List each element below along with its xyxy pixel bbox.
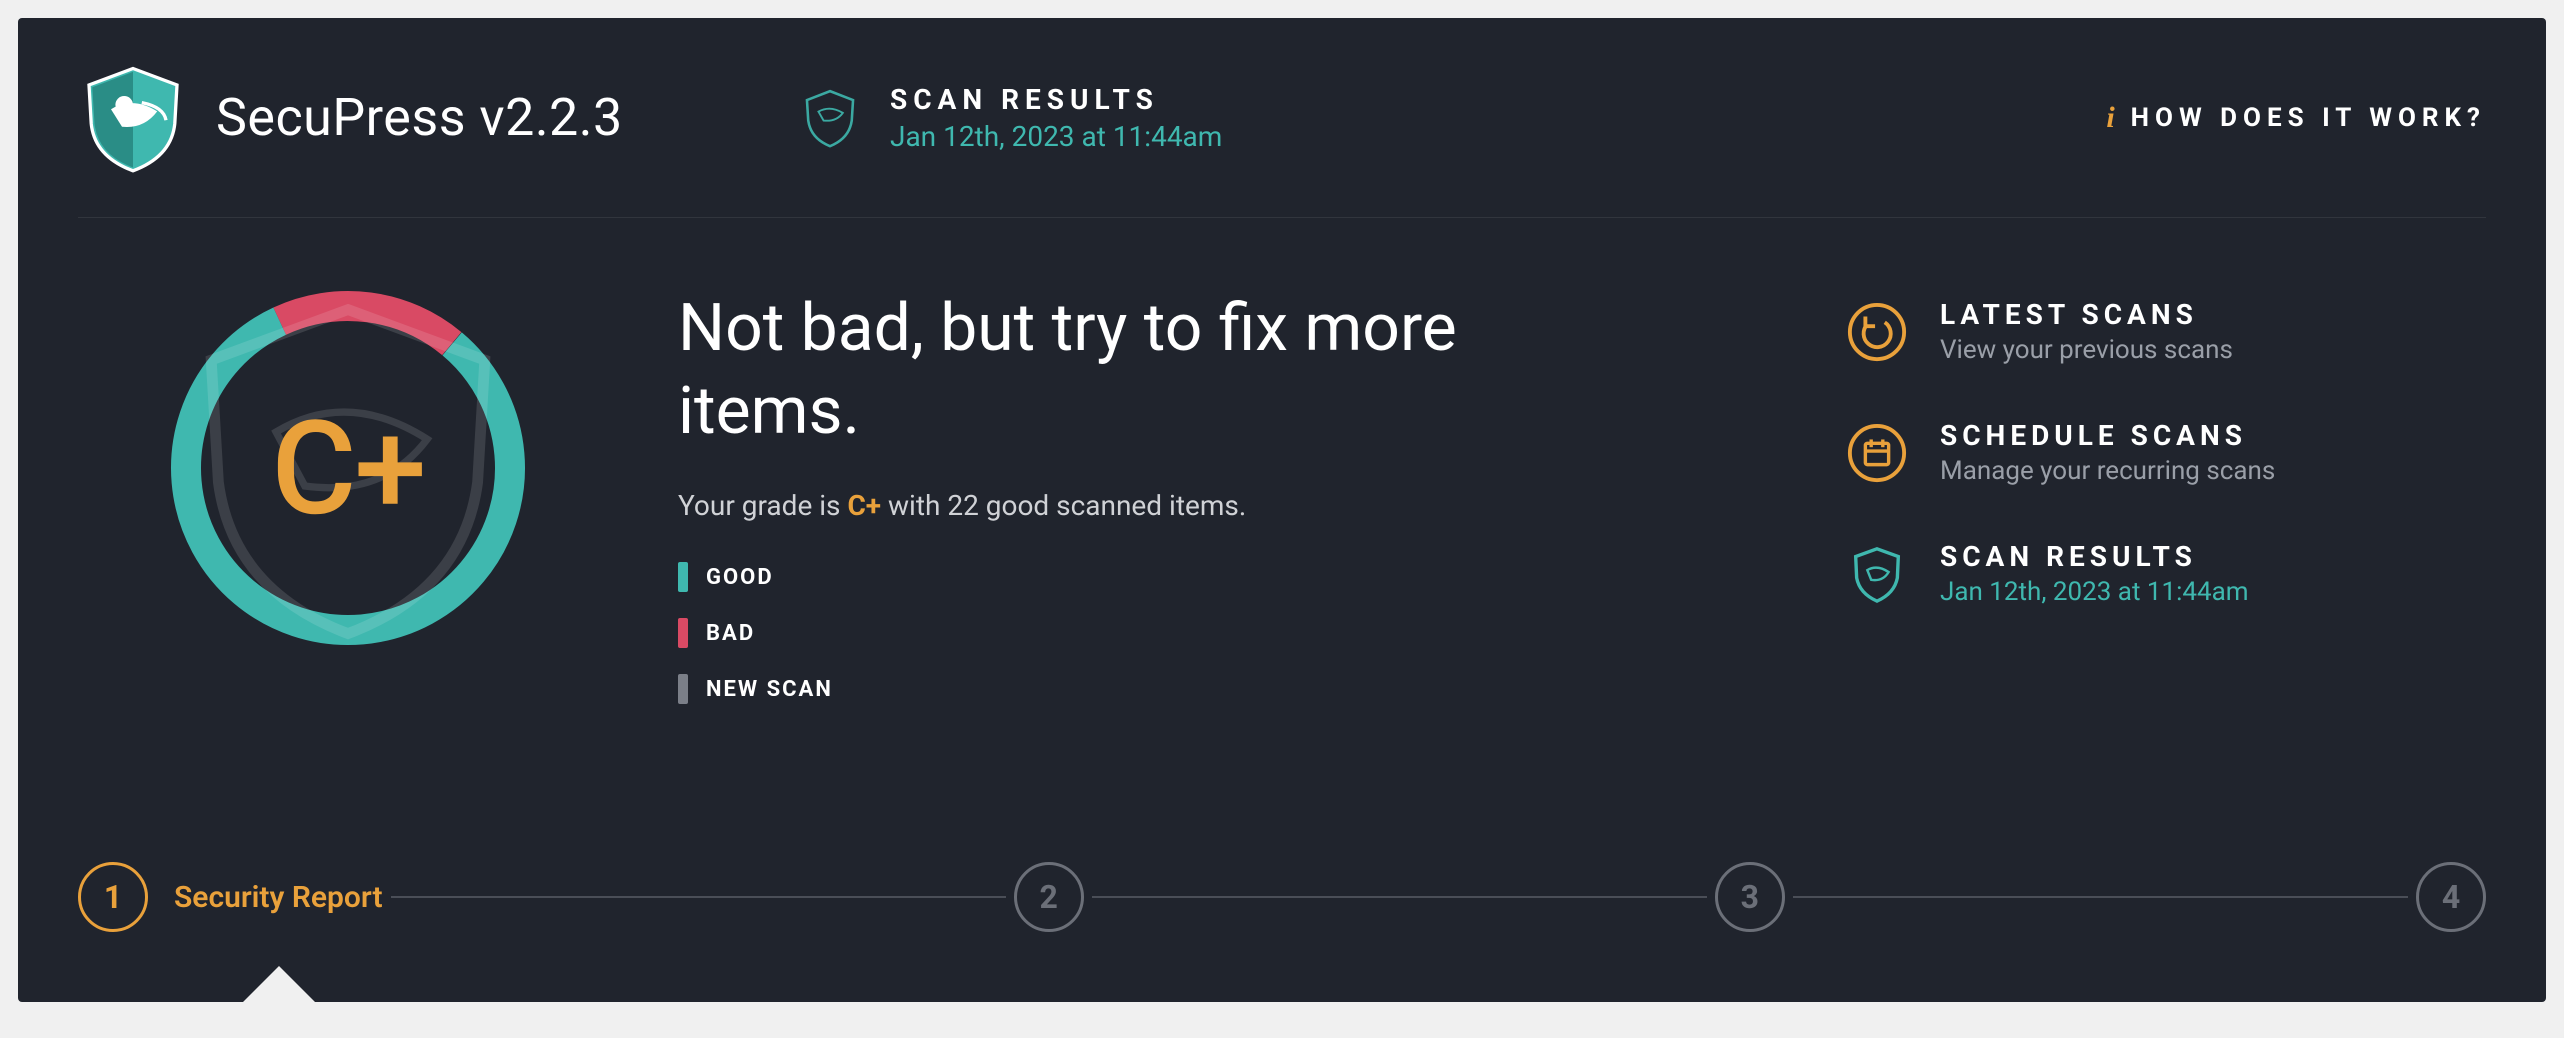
legend-good: GOOD [678,562,1786,592]
calendar-icon [1846,422,1908,484]
schedule-scans-sub: Manage your recurring scans [1940,456,2275,486]
latest-scans-sub: View your previous scans [1940,335,2233,365]
brand-name: SecuPress v2.2.3 [216,87,623,148]
grade-column: C+ [78,288,618,730]
step-1-label: Security Report [174,880,383,915]
summary-grade-inline: C+ [847,489,881,522]
header-scan-date: Jan 12th, 2023 at 11:44am [890,120,1222,153]
legend-newscan: NEW SCAN [678,674,1786,704]
legend-good-swatch [678,562,688,592]
step-navigation: 1 Security Report 2 3 4 [78,862,2486,932]
legend-newscan-swatch [678,674,688,704]
step-3-circle: 3 [1715,862,1785,932]
step-2-circle: 2 [1014,862,1084,932]
secupress-logo-icon [78,63,188,173]
legend-bad-swatch [678,618,688,648]
dashboard-panel: SecuPress v2.2.3 SCAN RESULTS Jan 12th, … [18,18,2546,1002]
shield-outline-icon [798,86,862,150]
scan-results-sub: Jan 12th, 2023 at 11:44am [1940,577,2249,607]
summary-post: with 22 good scanned items. [881,489,1246,522]
step-4[interactable]: 4 [2416,862,2486,932]
schedule-scans-link[interactable]: SCHEDULE SCANS Manage your recurring sca… [1846,419,2486,486]
legend-good-label: GOOD [706,565,774,590]
history-icon [1846,301,1908,363]
legend-newscan-label: NEW SCAN [706,677,833,702]
step-line [391,896,1006,898]
step-1[interactable]: 1 Security Report [78,862,383,932]
brand-block: SecuPress v2.2.3 [78,63,798,173]
grade-ring: C+ [168,288,528,648]
step-3[interactable]: 3 [1715,862,1785,932]
step-2[interactable]: 2 [1014,862,1084,932]
info-icon: i [2106,101,2114,135]
step-line [1793,896,2408,898]
latest-scans-link[interactable]: LATEST SCANS View your previous scans [1846,298,2486,365]
step-line [1092,896,1707,898]
grade-letter: C+ [168,288,528,648]
scan-results-link[interactable]: SCAN RESULTS Jan 12th, 2023 at 11:44am [1846,540,2486,607]
actions-column: LATEST SCANS View your previous scans SC… [1846,288,2486,730]
latest-scans-title: LATEST SCANS [1940,298,2233,331]
step-1-circle: 1 [78,862,148,932]
summary-pre: Your grade is [678,489,847,522]
how-link-label: HOW DOES IT WORK? [2131,103,2486,133]
top-bar: SecuPress v2.2.3 SCAN RESULTS Jan 12th, … [78,18,2486,218]
active-step-indicator-icon [243,966,315,1002]
header-scan-results: SCAN RESULTS Jan 12th, 2023 at 11:44am [798,83,1222,153]
legend-bad: BAD [678,618,1786,648]
how-does-it-work-link[interactable]: i HOW DOES IT WORK? [2106,101,2486,135]
main-content: C+ Not bad, but try to fix more items. Y… [78,218,2486,730]
scan-results-title: SCAN RESULTS [1940,540,2249,573]
schedule-scans-title: SCHEDULE SCANS [1940,419,2275,452]
shield-icon [1846,543,1908,605]
summary-grade-line: Your grade is C+ with 22 good scanned it… [678,489,1786,522]
step-4-circle: 4 [2416,862,2486,932]
summary-headline: Not bad, but try to fix more items. [678,288,1578,453]
header-scan-title: SCAN RESULTS [890,83,1222,116]
legend-bad-label: BAD [706,621,755,646]
summary-column: Not bad, but try to fix more items. Your… [678,288,1786,730]
legend: GOOD BAD NEW SCAN [678,562,1786,704]
